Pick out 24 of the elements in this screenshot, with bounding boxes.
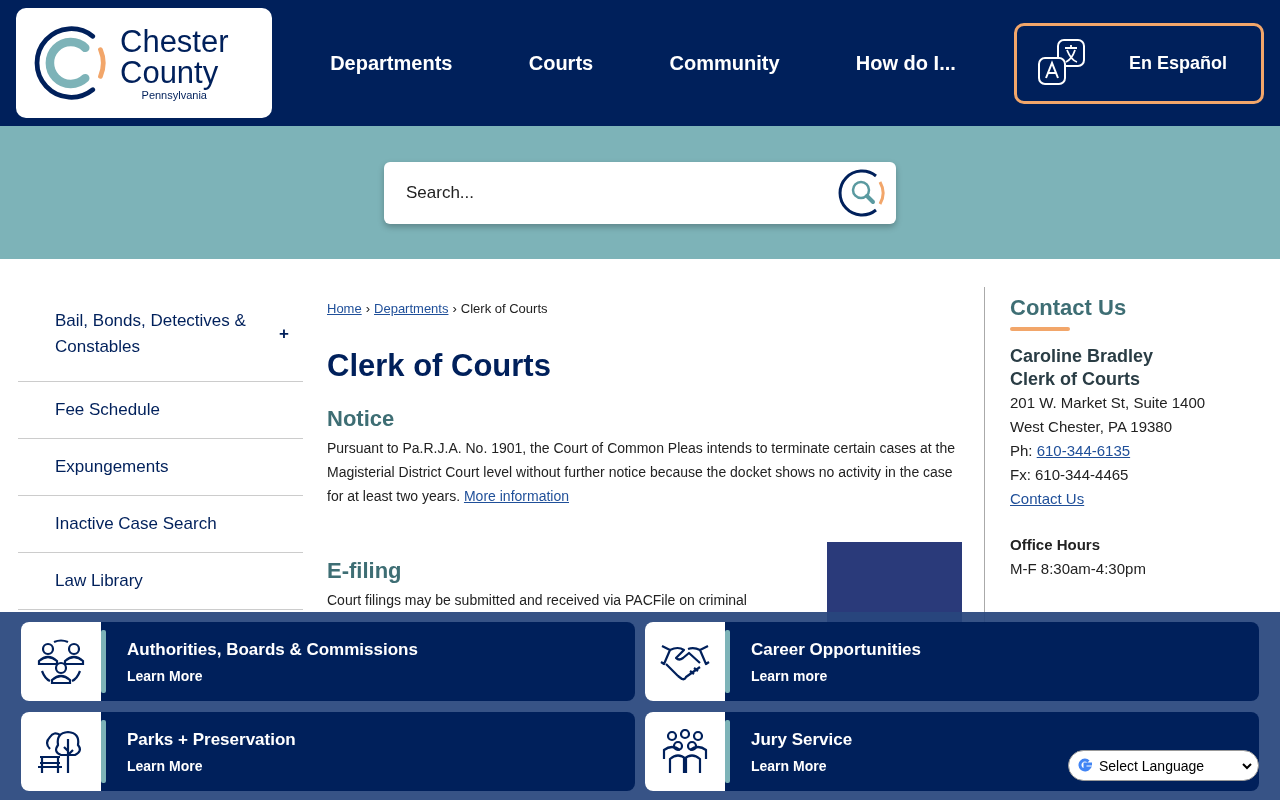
card-title: Career Opportunities [751, 639, 922, 660]
breadcrumb-separator: › [365, 301, 371, 316]
logo-subtitle: Pennsylvania [141, 89, 207, 101]
card-title: Parks + Preservation [127, 729, 296, 750]
card-title: Authorities, Boards & Commissions [127, 639, 418, 660]
contact-heading: Contact Us [1010, 295, 1128, 321]
hours-heading: Office Hours [1010, 535, 1101, 555]
logo-text: County [120, 56, 220, 88]
fax-number: Fx: 610-344-4465 [1010, 465, 1130, 485]
card-title: Jury Service [751, 729, 853, 750]
section-heading: E-filing [327, 558, 403, 584]
logo-text: Chester [120, 25, 229, 57]
contact-name: Caroline Bradley [1010, 345, 1155, 368]
address-line: 201 W. Market St, Suite 1400 [1010, 393, 1207, 413]
page-title: Clerk of Courts [327, 348, 552, 384]
section-heading: Notice [327, 406, 396, 432]
section-text: Pursuant to Pa.R.J.A. No. 1901, the Court of Common Pleas intends to terminate certain cases at the Magisterial District Court level without further notice because the docket shows no activity in the case for at least two years. More information [327, 439, 956, 506]
address-line: West Chester, PA 19380 [1010, 417, 1174, 437]
breadcrumb-separator: › [452, 301, 457, 316]
breadcrumb-current: Clerk of Courts [460, 301, 548, 316]
office-hours: M-F 8:30am-4:30pm [1010, 559, 1147, 579]
contact-role: Clerk of Courts [1010, 368, 1142, 391]
section-text: Court filings may be submitted and received via PACFile on criminal [327, 591, 748, 610]
phone-label: Ph: [1010, 442, 1033, 459]
